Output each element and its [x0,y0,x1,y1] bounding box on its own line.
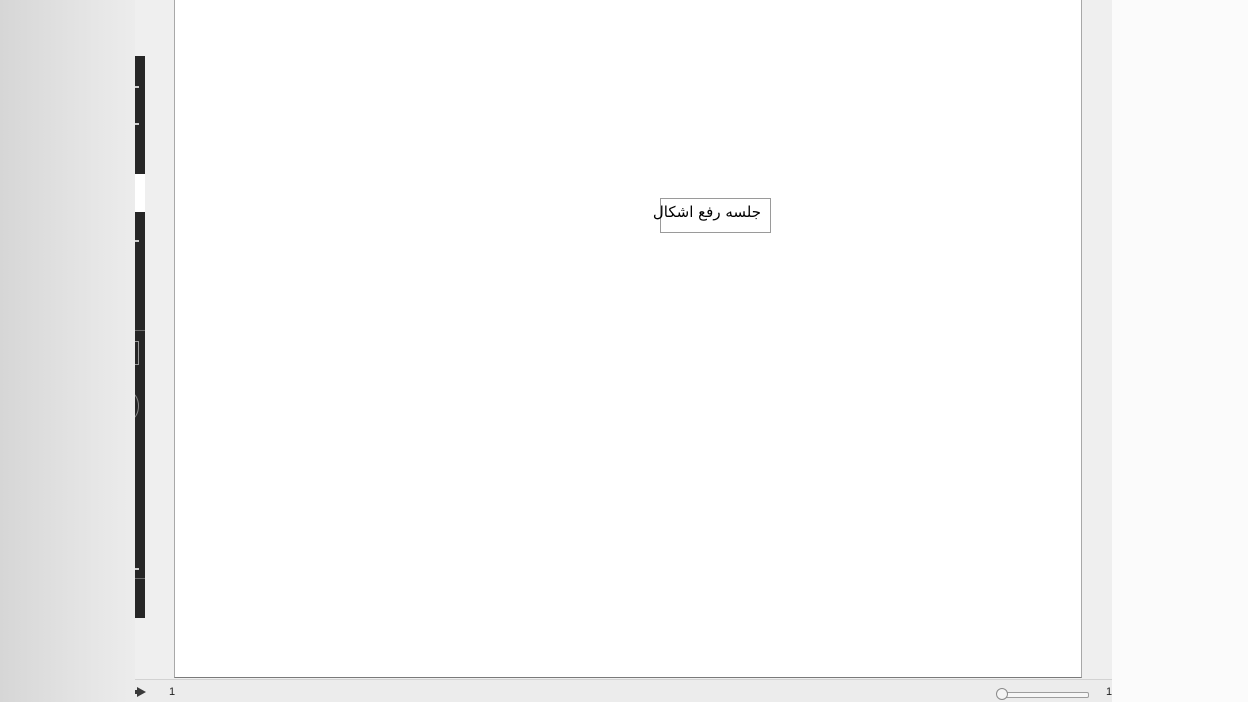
ellipse-tool-icon[interactable] [135,392,139,420]
toolbar-divider [135,330,145,331]
rectangle-tool-icon[interactable] [135,341,139,365]
highlighter-tool-icon[interactable] [135,123,139,125]
right-screen-gutter [1112,0,1248,702]
page-number: 1 [169,686,176,698]
status-bar: 1 1 [135,679,1112,702]
toolbar-divider-bottom [135,578,145,579]
pen-tool-icon[interactable] [135,86,139,88]
zoom-slider-handle[interactable] [996,688,1008,700]
more-tools-icon[interactable] [135,568,139,570]
play-icon[interactable] [135,686,147,698]
side-toolbar [135,56,145,618]
active-tool-slot[interactable] [135,174,145,212]
whiteboard-app: جلسه رفع اشکال 1 1 [135,0,1112,702]
canvas-page[interactable]: جلسه رفع اشکال [174,0,1082,678]
zoom-slider-track[interactable] [999,692,1089,698]
canvas-text-box[interactable]: جلسه رفع اشکال [653,198,771,233]
eraser-tool-icon[interactable] [135,240,139,242]
left-screen-gutter [0,0,135,702]
